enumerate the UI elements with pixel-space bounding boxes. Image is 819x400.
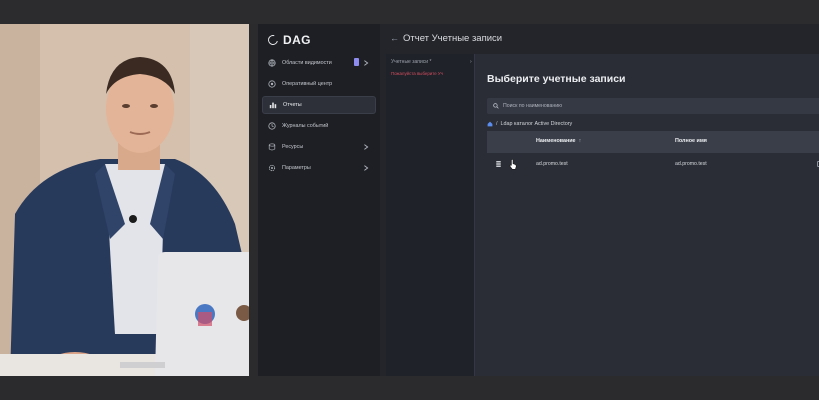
search-box[interactable] bbox=[487, 98, 819, 114]
sidebar-item-label: Журналы событий bbox=[282, 123, 329, 129]
directory-entry-icon bbox=[496, 161, 501, 167]
breadcrumb: / Ldap каталог Active Directory bbox=[487, 121, 572, 127]
select-accounts-dialog: Выберите учетные записи / Ldap каталог A… bbox=[474, 54, 819, 376]
column-header-name[interactable]: Наименование ↑ bbox=[536, 138, 581, 144]
video-bottom-bar bbox=[0, 376, 819, 400]
sidebar-item-reports[interactable]: Отчеты bbox=[262, 96, 376, 114]
page-header: ← Отчет Учетные записи bbox=[380, 24, 819, 52]
hand-cursor-icon bbox=[509, 159, 517, 170]
sidebar-item-label: Отчеты bbox=[283, 102, 302, 108]
logo-text: DAG bbox=[283, 33, 311, 47]
sidebar-item-event-logs[interactable]: Журналы событий bbox=[262, 117, 376, 135]
journal-icon bbox=[268, 122, 276, 130]
search-input[interactable] bbox=[503, 103, 803, 109]
back-arrow-icon[interactable]: ← bbox=[390, 33, 399, 43]
sidebar-item-operations-center[interactable]: Оперативный центр bbox=[262, 75, 376, 93]
sidebar-nav: Области видимости Оперативный центр Отче… bbox=[262, 54, 376, 180]
breadcrumb-separator: / bbox=[496, 121, 498, 127]
column-header-full-name[interactable]: Полное имя bbox=[675, 138, 707, 144]
webcam-video bbox=[0, 24, 249, 376]
sidebar-item-resources[interactable]: Ресурсы bbox=[262, 138, 376, 156]
chevron-right-icon bbox=[364, 60, 369, 66]
dialog-title: Выберите учетные записи bbox=[487, 73, 626, 85]
page-title: Отчет Учетные записи bbox=[403, 32, 503, 44]
logo[interactable]: DAG bbox=[266, 30, 311, 50]
chevron-right-icon bbox=[364, 165, 369, 171]
app-window: DAG Области видимости Оперативный центр bbox=[258, 24, 819, 376]
field-dropdown-icon[interactable]: › bbox=[470, 59, 472, 65]
radar-icon bbox=[268, 80, 276, 88]
breadcrumb-ldap-catalog[interactable]: Ldap каталог Active Directory bbox=[501, 121, 573, 127]
sidebar-item-settings[interactable]: Параметры bbox=[262, 159, 376, 177]
sidebar-item-label: Оперативный центр bbox=[282, 81, 333, 87]
cell-name: ad.promo.test bbox=[536, 161, 568, 167]
sidebar: DAG Области видимости Оперативный центр bbox=[258, 24, 380, 376]
cell-full-name: ad.promo.test bbox=[675, 161, 707, 167]
database-icon bbox=[268, 143, 276, 151]
globe-icon bbox=[268, 59, 276, 67]
gear-icon bbox=[268, 164, 276, 172]
report-form: Учетные записи * › Пожалуйста выберите У… bbox=[386, 54, 474, 376]
accounts-field[interactable]: Учетные записи * bbox=[391, 59, 431, 65]
table-header: Наименование ↑ Полное имя bbox=[487, 131, 819, 153]
home-icon[interactable] bbox=[487, 121, 493, 127]
sidebar-item-label: Параметры bbox=[282, 165, 311, 171]
sidebar-item-scopes[interactable]: Области видимости bbox=[262, 54, 376, 72]
validation-error: Пожалуйста выберите Уч bbox=[391, 71, 443, 76]
video-top-bar bbox=[0, 0, 819, 24]
presenter-image bbox=[0, 24, 249, 376]
chevron-right-icon bbox=[364, 144, 369, 150]
table-row[interactable]: ad.promo.test ad.promo.test bbox=[487, 153, 819, 175]
chart-icon bbox=[269, 101, 277, 109]
sidebar-item-label: Области видимости bbox=[282, 60, 332, 66]
logo-icon bbox=[266, 33, 280, 47]
sidebar-item-label: Ресурсы bbox=[282, 144, 304, 150]
notification-badge bbox=[354, 58, 359, 66]
sort-asc-icon[interactable]: ↑ bbox=[579, 138, 582, 144]
search-icon bbox=[493, 103, 499, 109]
